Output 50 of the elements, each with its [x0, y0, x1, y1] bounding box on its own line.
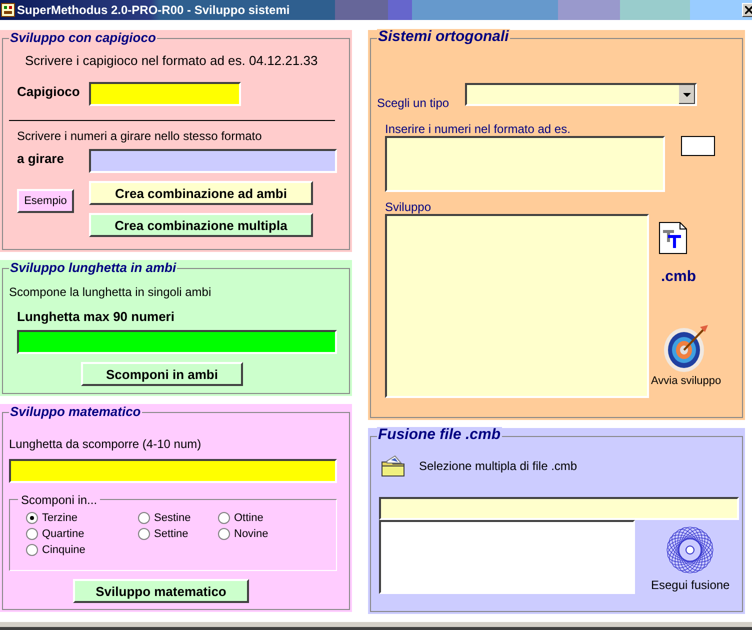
development-label: Sviluppo: [385, 200, 432, 214]
numbers-label: a girare: [17, 150, 65, 166]
description-text: Scompone la lunghetta in singoli ambi: [9, 285, 212, 299]
select-files-button[interactable]: Selezione multipla di file .cmb: [381, 455, 578, 477]
capigioco-field[interactable]: [89, 82, 241, 106]
window-title: SuperMethodus 2.0-PRO-R00 - Sviluppo sistemi: [17, 3, 291, 17]
scomponi-button[interactable]: Scomponi in ambi: [81, 362, 243, 386]
panel-title: Sviluppo lunghetta in ambi: [9, 260, 178, 276]
small-box: [681, 136, 715, 156]
run-button[interactable]: Avvia sviluppo: [651, 323, 722, 387]
close-button[interactable]: [742, 3, 752, 17]
instruction-text: Scrivere i numeri a girare nello stesso formato: [17, 129, 263, 143]
lunghetta-field[interactable]: [17, 330, 337, 354]
length-field[interactable]: [9, 459, 337, 483]
extension-label: .cmb: [661, 268, 698, 285]
radio-option[interactable]: Quartine: [26, 526, 138, 542]
type-label: Scegli un tipo: [377, 96, 450, 110]
sviluppo-button[interactable]: Sviluppo matematico: [73, 579, 249, 603]
instruction-text: Scrivere i capigioco nel formato ad es. 04.12.21.33: [25, 53, 319, 68]
spirograph-icon: [666, 526, 714, 574]
radio-option[interactable]: Terzine: [26, 510, 138, 526]
close-icon: [745, 6, 752, 14]
panel-title: Sviluppo con capigioco: [9, 30, 157, 46]
panel-title: Sistemi ortogonali: [377, 29, 510, 45]
example-button[interactable]: Esempio: [17, 189, 74, 213]
radio-option[interactable]: Novine: [218, 526, 298, 542]
radio-option[interactable]: Sestine: [138, 510, 218, 526]
type-dropdown[interactable]: [465, 83, 697, 106]
folder-icon: [381, 455, 405, 477]
font-file-icon[interactable]: [659, 222, 687, 254]
merge-button[interactable]: Esegui fusione: [651, 526, 730, 592]
ambi-button[interactable]: Crea combinazione ad ambi: [89, 181, 313, 205]
target-icon: [662, 323, 710, 373]
radio-option[interactable]: Settine: [138, 526, 218, 542]
numbers-field[interactable]: [385, 136, 665, 192]
files-list[interactable]: [379, 520, 635, 594]
app-icon: [1, 3, 15, 17]
numbers-field[interactable]: [89, 149, 337, 173]
capigioco-label: Capigioco: [17, 84, 81, 98]
max-label: Lunghetta max 90 numeri: [17, 309, 176, 324]
radio-option[interactable]: Ottine: [218, 510, 298, 526]
panel-title: Sviluppo matematico: [9, 404, 142, 420]
dropdown-icon: [679, 85, 695, 104]
numbers-label: Inserire i numeri nel formato ad es.: [385, 122, 572, 136]
radio-option[interactable]: Cinquine: [26, 542, 138, 558]
files-field[interactable]: [379, 497, 739, 520]
multipla-button[interactable]: Crea combinazione multipla: [89, 213, 313, 237]
length-label: Lunghetta da scomporre (4-10 num): [9, 437, 202, 451]
group-title: Scomponi in...: [18, 492, 100, 508]
development-field[interactable]: [385, 214, 649, 398]
